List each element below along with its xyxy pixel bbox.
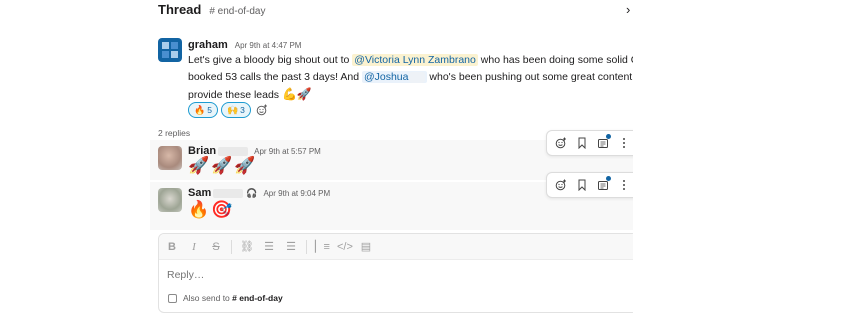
author-name[interactable]: Sam	[188, 187, 211, 199]
add-reaction-icon[interactable]	[254, 102, 270, 118]
thread-channel-name[interactable]: # end-of-day	[209, 6, 265, 17]
reaction-fire[interactable]: 🔥 5	[188, 102, 218, 118]
formatting-toolbar: B I S ⛓ ☰ ☰ ▏≡ </> ▤	[159, 234, 633, 260]
chevron-right-icon[interactable]: ›	[626, 2, 630, 17]
thread-panel: Thread # end-of-day › graham Apr 9th at …	[0, 0, 633, 315]
code-block-icon[interactable]: ▤	[359, 240, 373, 253]
reply-input[interactable]	[167, 269, 567, 281]
more-icon[interactable]	[615, 134, 633, 152]
avatar[interactable]	[158, 38, 182, 62]
message-timestamp[interactable]: Apr 9th at 4:47 PM	[235, 41, 302, 50]
blockquote-icon[interactable]: ▏≡	[315, 240, 330, 253]
also-send-channel: # end-of-day	[232, 293, 283, 303]
thread-header: Thread # end-of-day	[158, 2, 266, 20]
bold-icon[interactable]: B	[165, 241, 179, 253]
reaction-raised-hands[interactable]: 🙌 3	[220, 102, 251, 118]
bookmark-icon[interactable]	[573, 134, 591, 152]
also-send-label: Also send to	[183, 293, 230, 303]
message-timestamp[interactable]: Apr 9th at 5:57 PM	[254, 147, 321, 156]
add-reaction-icon[interactable]	[552, 176, 570, 194]
message-timestamp[interactable]: Apr 9th at 9:04 PM	[263, 189, 330, 198]
author-name[interactable]: graham	[188, 39, 228, 51]
forward-icon[interactable]	[594, 176, 612, 194]
bookmark-icon[interactable]	[573, 176, 591, 194]
redacted-surname	[218, 146, 249, 156]
divider	[231, 239, 232, 254]
replies-count: 2 replies	[158, 128, 191, 138]
parent-message-header: graham Apr 9th at 4:47 PM	[188, 39, 301, 51]
reply-message-text: 🚀🚀🚀	[188, 156, 258, 175]
strikethrough-icon[interactable]: S	[209, 241, 223, 253]
link-icon[interactable]: ⛓	[240, 240, 254, 253]
italic-icon[interactable]: I	[187, 241, 201, 253]
message-actions-toolbar	[546, 172, 633, 198]
redacted-surname	[213, 188, 244, 198]
forward-icon[interactable]	[594, 134, 612, 152]
message-emoji: 💪🚀	[281, 87, 312, 101]
headset-icon: 🎧	[246, 187, 258, 198]
more-icon[interactable]	[615, 176, 633, 194]
reply-header: Sam 🎧 Apr 9th at 9:04 PM	[188, 187, 330, 199]
avatar[interactable]	[158, 188, 182, 212]
avatar[interactable]	[158, 146, 182, 170]
parent-message-text: Let's give a bloody big shout out to @Vi…	[188, 54, 633, 101]
user-mention[interactable]: @Joshua	[361, 71, 427, 83]
add-reaction-icon[interactable]	[552, 134, 570, 152]
reply-message-text: 🔥🎯	[188, 200, 235, 219]
also-send-checkbox[interactable]	[168, 293, 177, 303]
user-mention[interactable]: @Victoria Lynn Zambrano	[352, 54, 478, 66]
reaction-bar: 🔥 5 🙌 3	[188, 102, 270, 118]
thread-title: Thread	[158, 2, 202, 17]
also-send-option: Also send to # end-of-day	[168, 293, 283, 303]
message-actions-toolbar	[546, 130, 633, 156]
ordered-list-icon[interactable]: ☰	[262, 240, 276, 253]
divider	[306, 239, 307, 254]
bulleted-list-icon[interactable]: ☰	[284, 240, 298, 253]
code-icon[interactable]: </>	[337, 241, 353, 253]
